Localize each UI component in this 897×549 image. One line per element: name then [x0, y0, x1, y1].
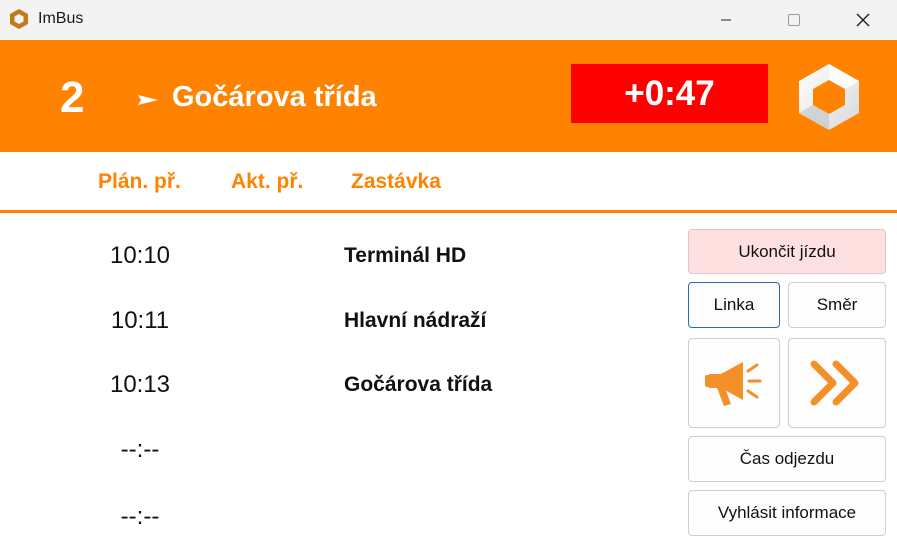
direction-button[interactable]: Směr: [788, 282, 886, 328]
table-row: 10:13 Gočárova třída: [0, 363, 670, 403]
delay-indicator: +0:47: [571, 64, 768, 123]
window-title: ImBus: [38, 10, 84, 27]
stop-name: Gočárova třída: [344, 373, 493, 396]
announce-info-button[interactable]: Vyhlásit informace: [688, 490, 886, 536]
announce-button[interactable]: [688, 338, 780, 428]
table-row: 10:11 Hlavní nádraží: [0, 299, 670, 339]
close-button[interactable]: [840, 0, 886, 40]
maximize-icon: [788, 14, 800, 26]
title-bar: ImBus: [0, 0, 897, 40]
column-header-actual: Akt. př.: [231, 170, 304, 193]
planned-time: --:--: [120, 436, 160, 463]
table-row: --:--: [0, 495, 670, 535]
minimize-button[interactable]: [703, 0, 749, 40]
table-row: --:--: [0, 428, 670, 468]
table-row: 10:10 Terminál HD: [0, 234, 670, 274]
route-header: 2 Gočárova třída +0:47: [0, 40, 897, 152]
line-button[interactable]: Linka: [688, 282, 780, 328]
destination-name: Gočárova třída: [172, 81, 377, 113]
departure-time-button[interactable]: Čas odjezdu: [688, 436, 886, 482]
planned-time: 10:10: [109, 242, 171, 269]
column-header-planned: Plán. př.: [98, 170, 181, 193]
imbus-logo-icon: [799, 64, 859, 130]
stop-name: Hlavní nádraží: [344, 309, 487, 332]
app-logo-icon: [10, 9, 28, 29]
maximize-button[interactable]: [771, 0, 817, 40]
direction-arrow-icon: [138, 95, 158, 105]
skip-stop-button[interactable]: [788, 338, 886, 428]
megaphone-icon: [705, 362, 762, 406]
double-chevron-right-icon: [810, 360, 859, 406]
planned-time: 10:13: [109, 371, 171, 398]
stop-name: Terminál HD: [344, 244, 467, 267]
close-icon: [856, 13, 870, 27]
planned-time: 10:11: [110, 307, 170, 334]
route-number: 2: [60, 73, 85, 122]
end-trip-button[interactable]: Ukončit jízdu: [688, 229, 886, 274]
column-header-stop: Zastávka: [351, 170, 441, 193]
planned-time: --:--: [120, 503, 160, 530]
header-divider: [0, 210, 897, 213]
minimize-icon: [721, 19, 731, 21]
column-headers: Plán. př. Akt. př. Zastávka: [0, 152, 897, 212]
